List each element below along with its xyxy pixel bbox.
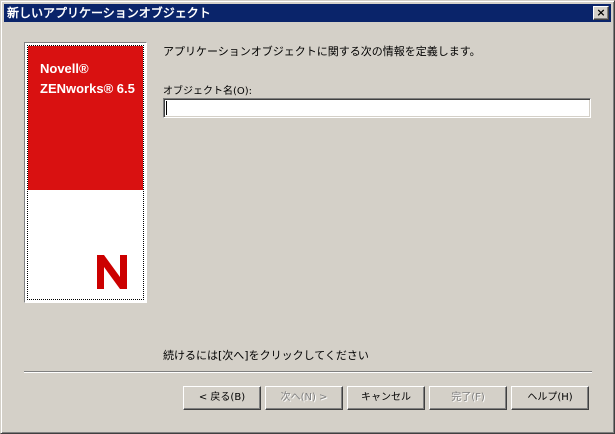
intro-text: アプリケーションオブジェクトに関する次の情報を定義します。	[163, 45, 481, 58]
back-button[interactable]: < 戻る(B)	[183, 386, 261, 410]
help-button[interactable]: ヘルプ(H)	[511, 386, 589, 410]
cancel-button[interactable]: キャンセル	[347, 386, 425, 410]
text-caret	[166, 101, 167, 115]
object-name-label: オブジェクト名(O):	[163, 86, 253, 97]
novell-n-logo-icon	[97, 255, 127, 289]
title-bar[interactable]: 新しいアプリケーションオブジェクト ×	[4, 4, 611, 22]
window-title: 新しいアプリケーションオブジェクト	[7, 6, 211, 20]
object-name-input[interactable]	[163, 98, 591, 118]
novell-logo-panel: Novell® ZENworks® 6.5	[24, 42, 147, 303]
separator-line	[24, 371, 592, 373]
next-button[interactable]: 次へ(N) >	[265, 386, 343, 410]
continue-instruction: 続けるには[次へ]をクリックしてください	[163, 349, 369, 362]
logo-zenworks-text: ZENworks® 6.5	[40, 81, 135, 96]
logo-frame: Novell® ZENworks® 6.5	[27, 45, 144, 300]
finish-button[interactable]: 完了(F)	[429, 386, 507, 410]
close-button[interactable]: ×	[593, 6, 609, 20]
logo-novell-text: Novell®	[40, 61, 89, 76]
close-icon: ×	[596, 6, 606, 19]
